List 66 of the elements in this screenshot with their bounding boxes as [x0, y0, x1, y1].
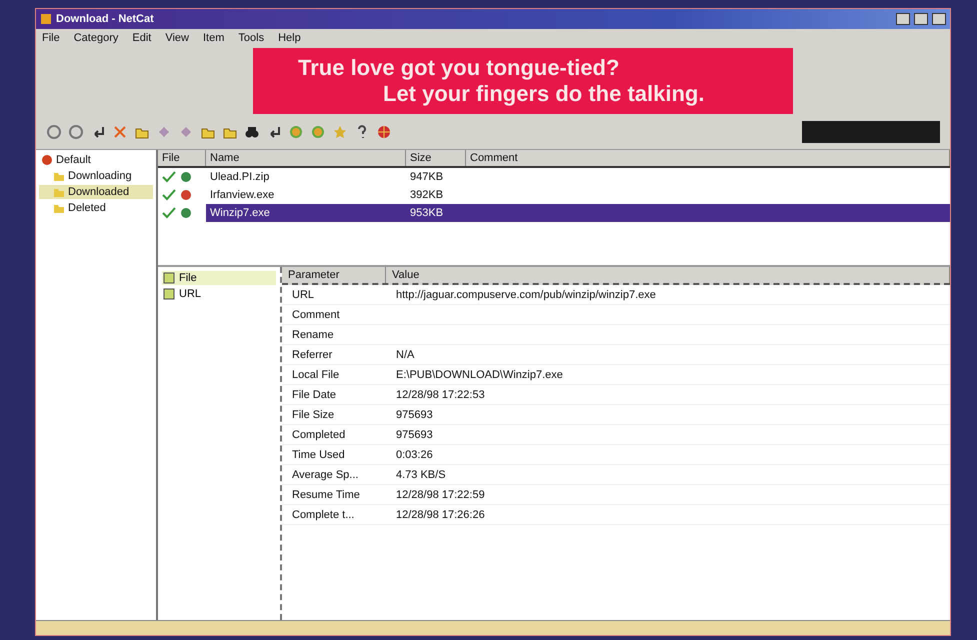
folder-icon: [53, 170, 65, 182]
parameter-name: Local File: [291, 368, 340, 380]
detail-tab[interactable]: URL: [162, 287, 276, 301]
circle-icon[interactable]: [46, 124, 62, 140]
parameter-name: Completed: [291, 428, 346, 440]
minimize-button[interactable]: [896, 13, 910, 25]
column-header[interactable]: Parameter: [282, 267, 386, 283]
maximize-button[interactable]: [914, 13, 928, 25]
parameter-value: N/A: [395, 348, 416, 360]
menu-item[interactable]: Help: [278, 32, 301, 44]
menu-item[interactable]: Category: [74, 32, 118, 44]
parameter-name: File Date: [291, 388, 338, 400]
column-header[interactable]: Comment: [466, 150, 950, 166]
file-name[interactable]: Irfanview.exe: [206, 189, 406, 201]
window-title: Download - NetCat: [56, 13, 154, 25]
tree-item[interactable]: Deleted: [39, 201, 153, 215]
parameter-value: http://jaguar.compuserve.com/pub/winzip/winzip7.exe: [395, 288, 657, 300]
file-size: 947KB: [409, 171, 444, 183]
file-name[interactable]: Winzip7.exe: [206, 204, 406, 222]
folder-icon: [53, 202, 65, 214]
page-icon: [163, 288, 175, 300]
column-header[interactable]: Name: [206, 150, 406, 166]
parameter-name: Complete t...: [291, 508, 356, 520]
parameter-value: 975693: [395, 408, 434, 420]
tree-item[interactable]: Downloaded: [39, 185, 153, 199]
file-name[interactable]: Ulead.PI.zip: [206, 171, 406, 183]
parameter-value: 975693: [395, 428, 434, 440]
parameter-name: Referrer: [291, 348, 334, 360]
parameter-name: URL: [291, 288, 316, 300]
app-icon: [40, 13, 52, 25]
parameter-name: Resume Time: [291, 488, 361, 500]
column-header[interactable]: Value: [386, 267, 950, 283]
parameter-value: 0:03:26: [395, 448, 434, 460]
banner-text: True love got you tongue-tied?: [298, 54, 620, 81]
close-button[interactable]: [932, 13, 946, 25]
page-icon: [163, 272, 175, 284]
parameter-name: Time Used: [291, 448, 346, 460]
delete-icon[interactable]: [112, 124, 128, 140]
parameter-name: Comment: [291, 308, 341, 320]
tree-item[interactable]: Downloading: [39, 169, 153, 183]
file-size: 953KB: [406, 204, 466, 222]
menu-item[interactable]: View: [165, 32, 189, 44]
detail-tab[interactable]: File: [162, 271, 276, 285]
column-header[interactable]: File: [158, 150, 206, 166]
binoculars-icon[interactable]: [244, 124, 260, 140]
parameter-name: File Size: [291, 408, 336, 420]
column-header[interactable]: Size: [406, 150, 466, 166]
parameter-value: E:\PUB\DOWNLOAD\Winzip7.exe: [395, 368, 564, 380]
menu-item[interactable]: Item: [203, 32, 224, 44]
parameter-value: 12/28/98 17:22:53: [395, 388, 486, 400]
parameter-value: 4.73 KB/S: [395, 468, 447, 480]
banner-text: Let your fingers do the talking.: [382, 81, 706, 108]
tree-item[interactable]: Default: [56, 154, 91, 166]
globe-icon[interactable]: [376, 124, 392, 140]
parameter-name: Rename: [291, 328, 335, 340]
file-size: 392KB: [409, 189, 444, 201]
parameter-name: Average Sp...: [291, 468, 360, 480]
folder-icon: [53, 186, 65, 198]
star-icon[interactable]: [332, 124, 348, 140]
ad-banner[interactable]: True love got you tongue-tied? Let your fingers do the talking.: [253, 48, 793, 114]
menu-item[interactable]: File: [42, 32, 60, 44]
parameter-value: 12/28/98 17:22:59: [395, 488, 486, 500]
menu-item[interactable]: Edit: [132, 32, 152, 44]
parameter-value: 12/28/98 17:26:26: [395, 508, 486, 520]
circle-icon[interactable]: [68, 124, 84, 140]
menu-item[interactable]: Tools: [238, 32, 264, 44]
